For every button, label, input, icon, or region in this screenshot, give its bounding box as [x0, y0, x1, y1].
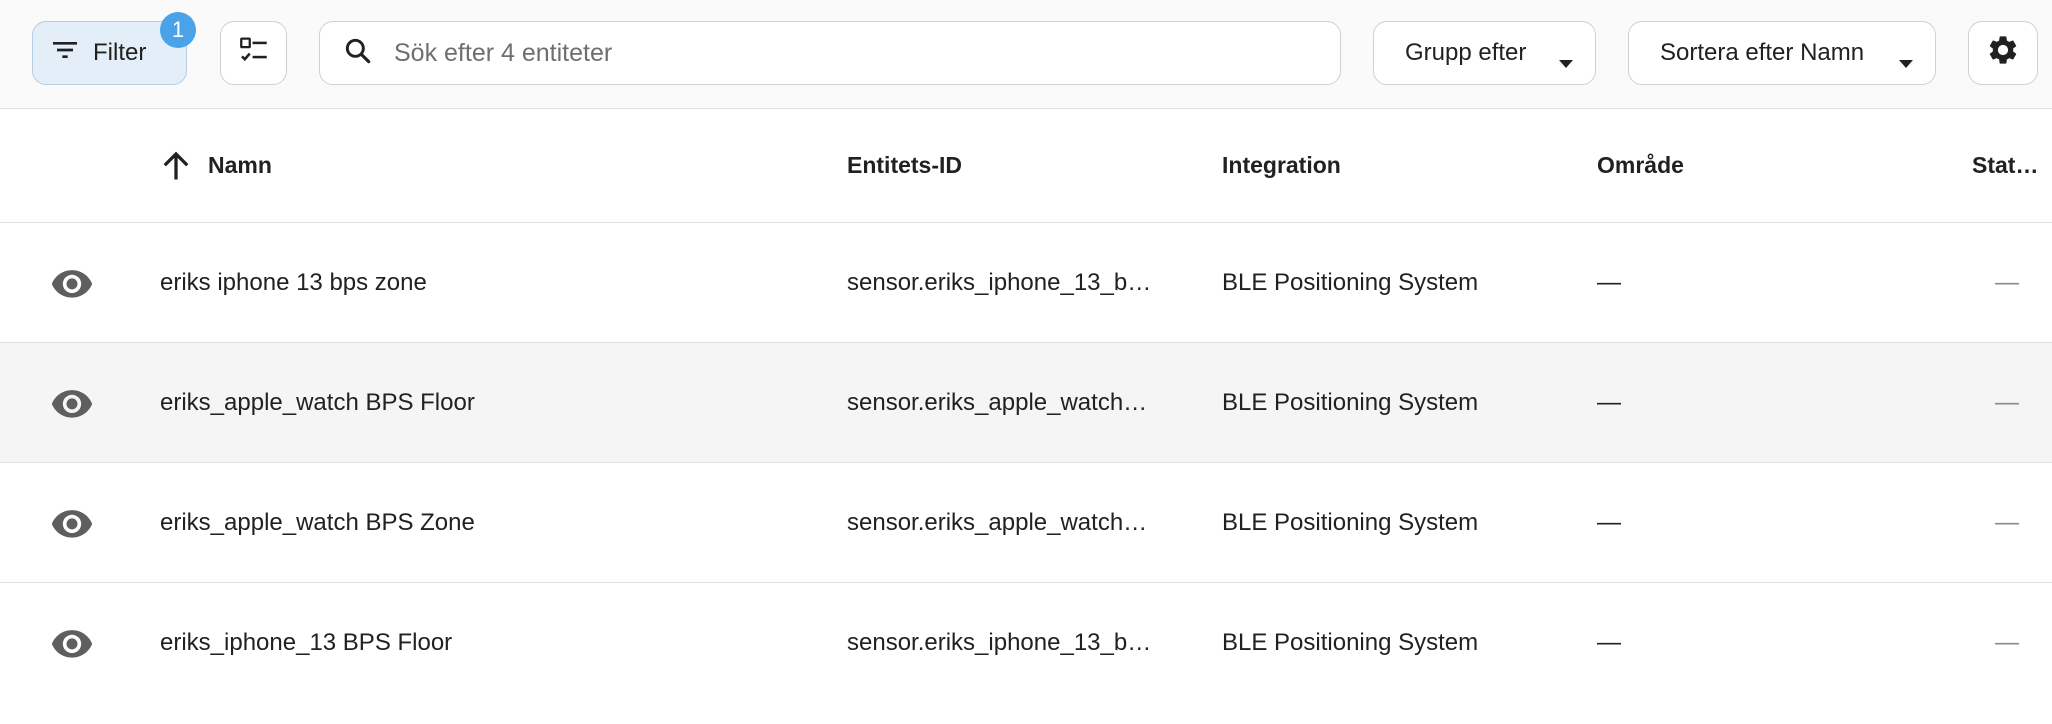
- table-row[interactable]: eriks iphone 13 bps zone sensor.eriks_ip…: [0, 223, 2052, 343]
- row-entity-id: sensor.eriks_iphone_13_b…: [847, 629, 1152, 656]
- row-name: eriks_apple_watch BPS Floor: [160, 388, 475, 416]
- group-by-dropdown[interactable]: Grupp efter: [1373, 21, 1596, 85]
- search-icon: [342, 35, 374, 72]
- column-header-area[interactable]: Område: [1597, 109, 1684, 222]
- group-by-label: Grupp efter: [1405, 39, 1527, 66]
- row-integration: BLE Positioning System: [1222, 388, 1479, 416]
- row-integration: BLE Positioning System: [1222, 508, 1479, 536]
- column-header-entity-id[interactable]: Entitets-ID: [847, 109, 962, 222]
- table-row[interactable]: eriks_apple_watch BPS Floor sensor.eriks…: [0, 343, 2052, 463]
- row-status: —: [1995, 268, 2019, 296]
- sort-by-label: Sortera efter Namn: [1660, 39, 1865, 66]
- settings-button[interactable]: [1968, 21, 2038, 85]
- gear-icon: [1986, 33, 2020, 74]
- row-area: —: [1597, 268, 1621, 296]
- column-header-integration[interactable]: Integration: [1222, 109, 1341, 222]
- caret-down-icon: [1559, 48, 1573, 76]
- row-entity-id: sensor.eriks_apple_watch…: [847, 389, 1148, 416]
- eye-icon: [50, 343, 94, 462]
- eye-icon: [50, 583, 94, 702]
- eye-icon: [50, 463, 94, 582]
- filter-count-badge: 1: [160, 12, 196, 48]
- column-header-name-label: Namn: [208, 152, 272, 178]
- row-entity-id: sensor.eriks_iphone_13_b…: [847, 269, 1152, 296]
- row-integration: BLE Positioning System: [1222, 628, 1479, 656]
- filter-label: Filter: [93, 39, 147, 66]
- row-status: —: [1995, 628, 2019, 656]
- toolbar: Filter 1 Grupp efter Sortera efter Namn: [0, 0, 2052, 109]
- row-entity-id: sensor.eriks_apple_watch…: [847, 509, 1148, 536]
- eye-icon: [50, 223, 94, 342]
- row-name: eriks_apple_watch BPS Zone: [160, 508, 475, 536]
- row-status: —: [1995, 508, 2019, 536]
- caret-down-icon: [1899, 48, 1913, 76]
- row-area: —: [1597, 388, 1621, 416]
- row-area: —: [1597, 628, 1621, 656]
- filter-icon: [49, 34, 81, 73]
- table-header: Namn Entitets-ID Integration Område Stat…: [0, 109, 2052, 223]
- column-header-status[interactable]: Stat…: [1972, 109, 2038, 222]
- row-name: eriks_iphone_13 BPS Floor: [160, 628, 453, 656]
- row-name: eriks iphone 13 bps zone: [160, 268, 427, 296]
- row-status: —: [1995, 388, 2019, 416]
- search-input[interactable]: [392, 37, 1296, 69]
- selection-mode-button[interactable]: [220, 21, 287, 85]
- row-integration: BLE Positioning System: [1222, 268, 1479, 296]
- arrow-up-icon: [158, 148, 194, 184]
- search-field[interactable]: [319, 21, 1341, 85]
- sort-by-dropdown[interactable]: Sortera efter Namn: [1628, 21, 1936, 85]
- column-header-name[interactable]: Namn: [158, 109, 272, 222]
- row-area: —: [1597, 508, 1621, 536]
- checklist-icon: [237, 33, 271, 74]
- table-row[interactable]: eriks_apple_watch BPS Zone sensor.eriks_…: [0, 463, 2052, 583]
- table-row[interactable]: eriks_iphone_13 BPS Floor sensor.eriks_i…: [0, 583, 2052, 724]
